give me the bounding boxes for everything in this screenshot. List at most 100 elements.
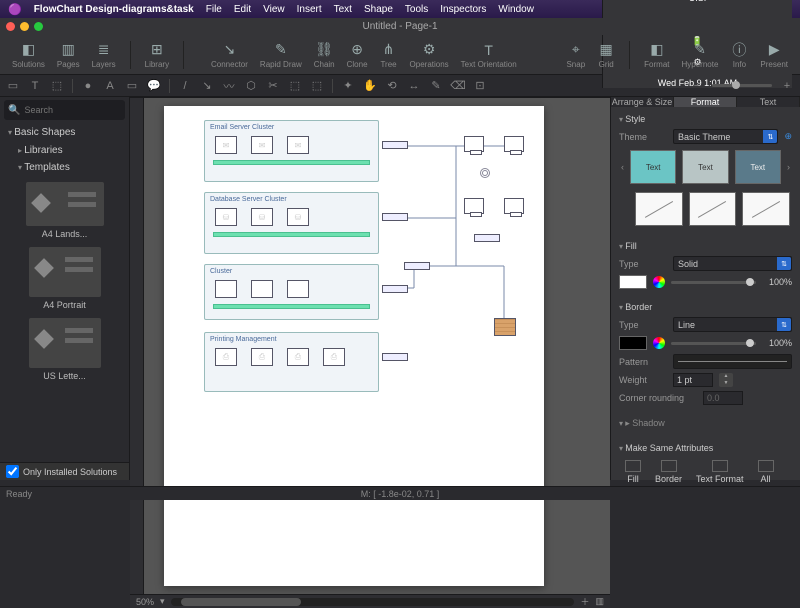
pages-button[interactable]: ▥Pages (51, 39, 86, 71)
page[interactable]: Email Server Cluster✉✉✉Database Server C… (164, 106, 544, 586)
minimize-button[interactable] (20, 22, 29, 31)
theme-more-icon[interactable]: ⊕ (784, 131, 792, 142)
server-shape[interactable]: ✉ (287, 136, 309, 154)
template-thumb[interactable]: A4 Lands... (20, 182, 110, 239)
sidebar-item-libraries[interactable]: Libraries (0, 142, 129, 159)
tab-text[interactable]: Text (737, 97, 800, 107)
fill-opacity-slider[interactable] (671, 281, 756, 284)
tool-icon[interactable]: ⌫ (451, 79, 465, 93)
tool-icon[interactable]: ✂ (266, 79, 280, 93)
workstation-shape[interactable] (464, 136, 484, 152)
add-page-icon[interactable]: ＋ (580, 595, 589, 608)
firewall-shape[interactable] (494, 318, 516, 336)
server-shape[interactable]: ⎙ (251, 348, 273, 366)
tool-icon[interactable]: ▭ (6, 79, 20, 93)
workstation-shape[interactable] (464, 198, 484, 214)
tool-icon[interactable]: ⬚ (50, 79, 64, 93)
solutions-button[interactable]: ◧Solutions (6, 39, 51, 71)
color-wheel-icon[interactable] (653, 276, 665, 288)
menu-edit[interactable]: Edit (234, 4, 251, 15)
switch-shape[interactable] (404, 262, 430, 270)
border-header[interactable]: Border (619, 299, 792, 315)
swatch-prev-icon[interactable]: ‹ (621, 162, 624, 172)
fill-header[interactable]: Fill (619, 238, 792, 254)
tool-icon[interactable]: ✎ (429, 79, 443, 93)
shadow-header[interactable]: ▸ Shadow (619, 415, 792, 432)
text-orientation-button[interactable]: TText Orientation (455, 39, 523, 71)
sidebar-item-templates[interactable]: Templates (0, 159, 129, 176)
close-button[interactable] (6, 22, 15, 31)
switch-shape[interactable] (382, 213, 408, 221)
style-swatch[interactable] (742, 192, 790, 226)
cluster-shape[interactable]: Database Server Cluster⛁⛁⛁ (204, 192, 379, 254)
server-shape[interactable]: ⛁ (215, 208, 237, 226)
ring-shape[interactable] (482, 170, 488, 176)
format-button[interactable]: ◧Format (638, 39, 675, 71)
cluster-shape[interactable]: Cluster (204, 264, 379, 320)
tool-icon[interactable]: T (28, 79, 42, 93)
switch-shape[interactable] (382, 285, 408, 293)
style-swatch[interactable] (689, 192, 737, 226)
switch-shape[interactable] (382, 353, 408, 361)
template-thumb[interactable]: US Lette... (20, 318, 110, 381)
color-wheel-icon[interactable] (653, 337, 665, 349)
server-shape[interactable]: ⛁ (251, 208, 273, 226)
fill-type-select[interactable]: Solid⇅ (673, 256, 792, 271)
style-swatch[interactable]: Text (735, 150, 781, 184)
menu-tools[interactable]: Tools (405, 4, 428, 15)
menu-insert[interactable]: Insert (297, 4, 322, 15)
menu-window[interactable]: Window (498, 4, 534, 15)
tool-icon[interactable]: ⊡ (473, 79, 487, 93)
tool-icon[interactable]: ▭ (125, 79, 139, 93)
border-color-well[interactable] (619, 336, 647, 350)
only-installed-checkbox[interactable] (6, 465, 19, 478)
sidebar-footer[interactable]: Only Installed Solutions (0, 462, 129, 480)
search-box[interactable]: 🔍 ✎ (4, 100, 125, 120)
zoom-slider[interactable] (712, 84, 772, 87)
menu-inspectors[interactable]: Inspectors (440, 4, 486, 15)
tab-arrange-size[interactable]: Arrange & Size (611, 97, 674, 107)
style-swatch[interactable]: Text (630, 150, 676, 184)
server-shape[interactable] (287, 280, 309, 298)
sidebar-section-header[interactable]: Basic Shapes (0, 123, 129, 142)
app-name[interactable]: FlowChart Design-diagrams&task (34, 4, 194, 15)
weight-stepper[interactable]: ▲▼ (719, 373, 733, 387)
msa-border[interactable]: Border (655, 460, 682, 484)
search-input[interactable] (24, 105, 141, 115)
progress-bar-shape[interactable] (213, 232, 370, 237)
tool-icon[interactable]: 〰 (222, 79, 236, 93)
corner-input[interactable]: 0.0 (703, 391, 743, 405)
server-shape[interactable]: ✉ (215, 136, 237, 154)
tool-icon[interactable]: ⬚ (310, 79, 324, 93)
tool-icon[interactable]: ↘ (200, 79, 214, 93)
server-shape[interactable] (215, 280, 237, 298)
server-shape[interactable]: ✉ (251, 136, 273, 154)
cluster-shape[interactable]: Email Server Cluster✉✉✉ (204, 120, 379, 182)
tool-icon[interactable]: ⟲ (385, 79, 399, 93)
tool-icon[interactable]: ✦ (341, 79, 355, 93)
tool-icon[interactable]: ✋ (363, 79, 377, 93)
tree-button[interactable]: ⋔Tree (374, 39, 404, 71)
library-button[interactable]: ⊞ Library (139, 39, 175, 71)
horizontal-scrollbar[interactable] (171, 598, 575, 606)
tool-icon[interactable]: / (178, 79, 192, 93)
info-button[interactable]: ⓘInfo (724, 39, 754, 71)
menu-file[interactable]: File (206, 4, 222, 15)
clone-button[interactable]: ⊕Clone (341, 39, 374, 71)
zoom-readout[interactable]: 50% (136, 597, 154, 607)
rapid-draw-button[interactable]: ✎Rapid Draw (254, 39, 308, 71)
weight-input[interactable]: 1 pt (673, 373, 713, 387)
zoom-out-icon[interactable]: − (690, 79, 704, 93)
switch-shape[interactable] (474, 234, 500, 242)
pages-menu-icon[interactable]: ▥ (595, 596, 604, 607)
tool-icon[interactable]: A (103, 79, 117, 93)
server-shape[interactable]: ⛁ (287, 208, 309, 226)
tool-icon[interactable]: ↔ (407, 79, 421, 93)
server-shape[interactable]: ⎙ (323, 348, 345, 366)
chain-button[interactable]: ⛓Chain (308, 39, 341, 71)
style-swatch[interactable]: Text (682, 150, 728, 184)
msa-all[interactable]: All (758, 460, 774, 484)
menu-text[interactable]: Text (334, 4, 352, 15)
fill-color-well[interactable] (619, 275, 647, 289)
menu-view[interactable]: View (263, 4, 285, 15)
